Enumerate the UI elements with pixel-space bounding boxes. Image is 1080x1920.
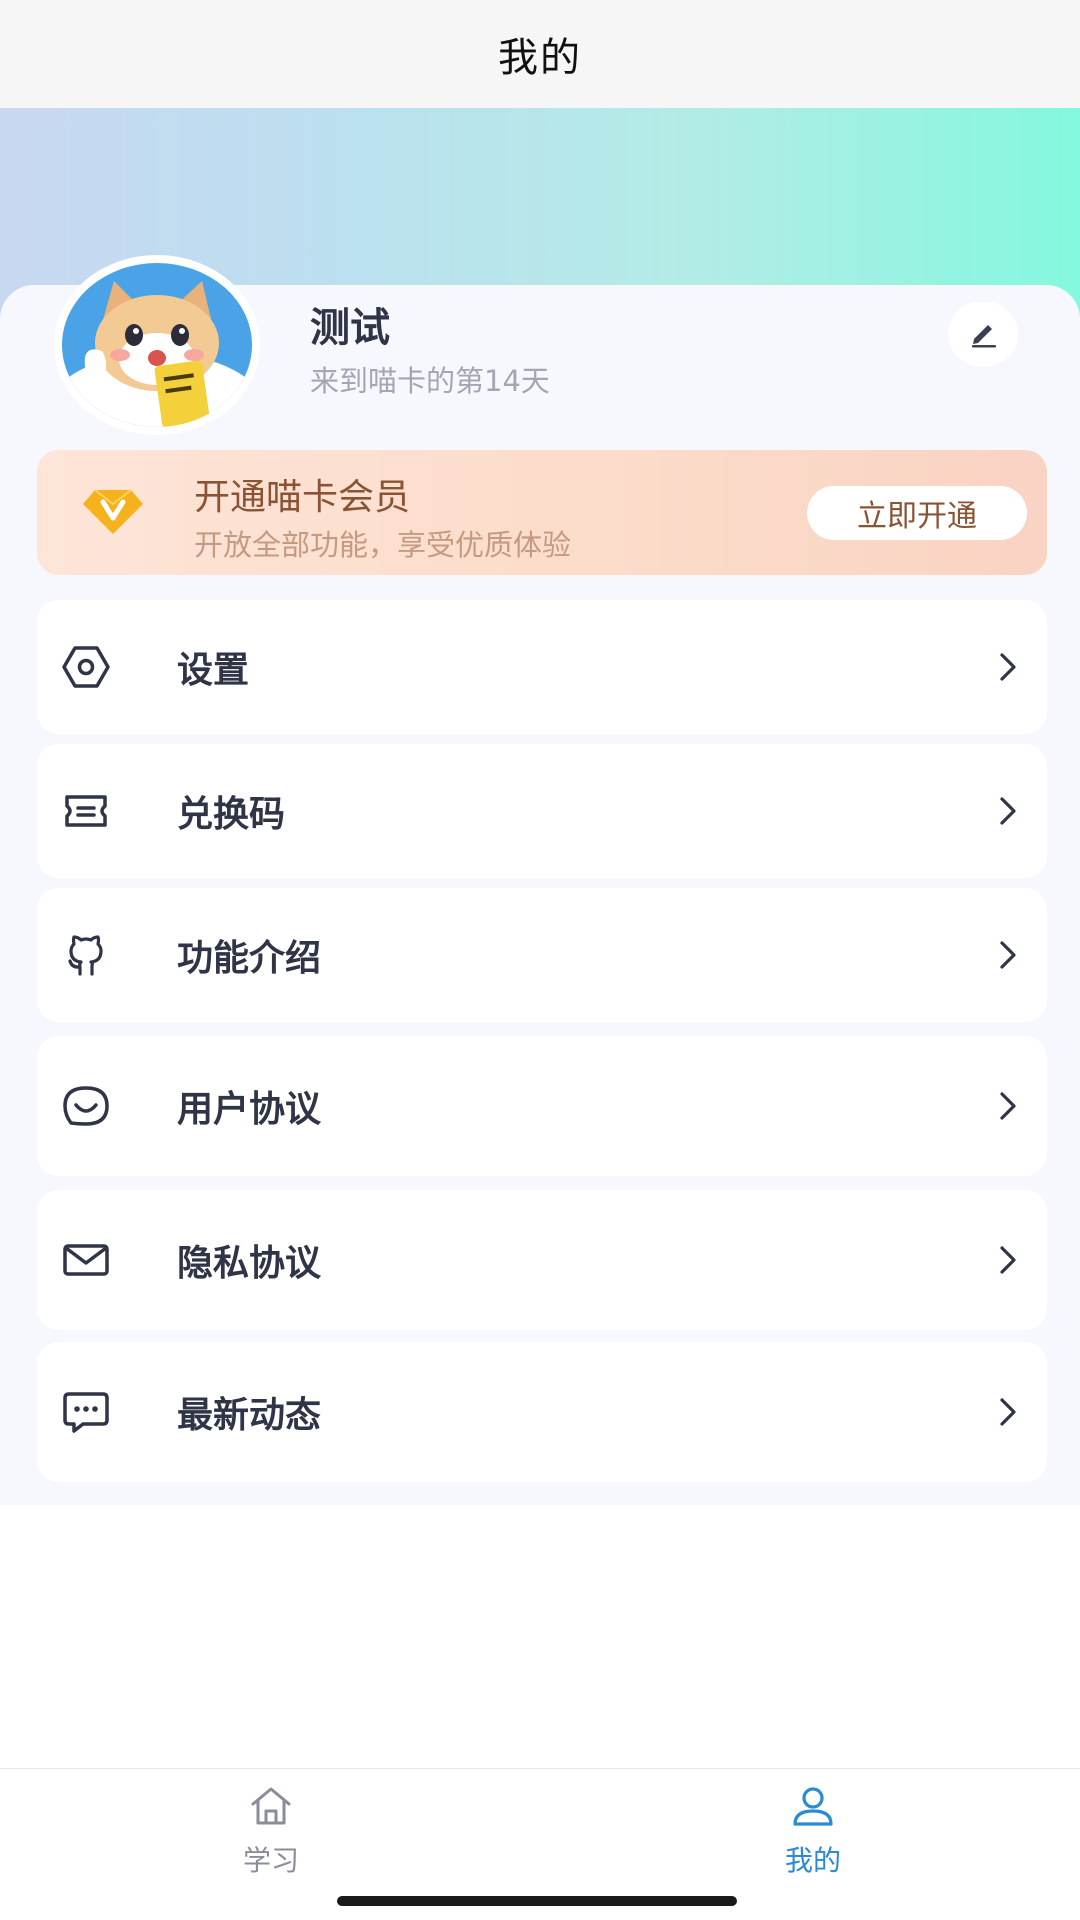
- message-dots-icon: [59, 1385, 113, 1439]
- mail-icon: [59, 1233, 113, 1287]
- username: 测试: [310, 305, 390, 351]
- chevron-right-icon: [992, 791, 1022, 831]
- menu-item-privacy-agreement[interactable]: 隐私协议: [37, 1190, 1047, 1330]
- menu-label: 功能介绍: [177, 938, 322, 979]
- user-icon: [790, 1783, 836, 1829]
- chevron-right-icon: [992, 1392, 1022, 1432]
- chevron-right-icon: [992, 1086, 1022, 1126]
- home-indicator: [337, 1896, 737, 1906]
- profile-page: 我的 测试 来到喵卡的第14天 开通喵卡会员 开放全部功能，享受优质体验 立即开…: [0, 0, 1080, 1920]
- tab-mine[interactable]: 我的: [713, 1783, 913, 1893]
- smile-chat-icon: [59, 1079, 113, 1133]
- nav-bar: 我的: [0, 0, 1080, 108]
- activate-vip-button[interactable]: 立即开通: [807, 486, 1027, 540]
- page-title: 我的: [498, 35, 582, 81]
- vip-diamond-icon: [81, 486, 145, 536]
- menu-label: 用户协议: [177, 1089, 322, 1130]
- menu-item-feature-intro[interactable]: 功能介绍: [37, 888, 1047, 1022]
- menu-label: 隐私协议: [177, 1243, 322, 1284]
- menu-item-user-agreement[interactable]: 用户协议: [37, 1036, 1047, 1176]
- menu-label: 兑换码: [177, 794, 286, 835]
- menu-item-latest-news[interactable]: 最新动态: [37, 1342, 1047, 1482]
- cat-avatar-image: [62, 263, 252, 427]
- tab-label: 学习: [242, 1844, 299, 1877]
- ticket-icon: [59, 784, 113, 838]
- menu-item-settings[interactable]: 设置: [37, 600, 1047, 734]
- vip-title: 开通喵卡会员: [194, 477, 411, 518]
- tab-label: 我的: [784, 1844, 841, 1877]
- days-text: 来到喵卡的第14天: [310, 364, 550, 398]
- menu-item-redeem-code[interactable]: 兑换码: [37, 744, 1047, 878]
- vip-banner[interactable]: 开通喵卡会员 开放全部功能，享受优质体验 立即开通: [37, 450, 1047, 575]
- avatar[interactable]: [54, 255, 260, 435]
- menu-label: 最新动态: [177, 1395, 322, 1436]
- chevron-right-icon: [992, 647, 1022, 687]
- chevron-right-icon: [992, 935, 1022, 975]
- menu-label: 设置: [177, 650, 250, 691]
- github-icon: [59, 928, 113, 982]
- settings-icon: [59, 640, 113, 694]
- pencil-icon: [966, 315, 1000, 353]
- tab-study[interactable]: 学习: [171, 1783, 371, 1893]
- chevron-right-icon: [992, 1240, 1022, 1280]
- home-icon: [248, 1783, 294, 1829]
- vip-subtitle: 开放全部功能，享受优质体验: [194, 528, 572, 562]
- edit-profile-button[interactable]: [948, 302, 1018, 366]
